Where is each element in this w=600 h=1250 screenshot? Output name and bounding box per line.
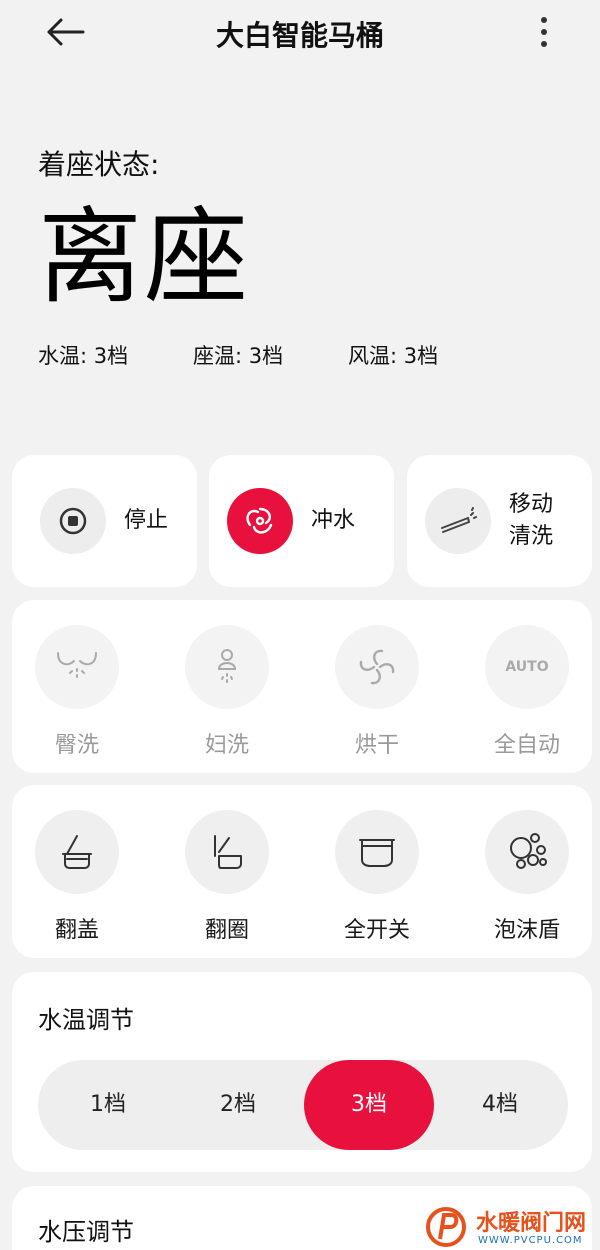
lid-open-label: 翻盖: [54, 918, 99, 943]
lid-open-icon-circle: [35, 810, 119, 894]
watermark: 水暖阀门网 WWW.PVCPU.COM: [420, 1205, 600, 1250]
top-bar: 大白智能马桶: [0, 0, 600, 66]
auto-icon: AUTO: [505, 659, 549, 675]
page-title: 大白智能马桶: [215, 19, 384, 52]
hip-wash-icon-circle: [35, 625, 119, 709]
foam-shield-icon-circle: [485, 810, 569, 894]
watermark-logo-icon: [426, 1207, 466, 1247]
feminine-wash-button[interactable]: 妇洗: [177, 625, 277, 759]
wash-function-card: 臀洗 妇洗 烘干 AUTO 全自动: [12, 600, 592, 773]
foam-shield-icon: [510, 833, 547, 869]
water-temp-adjust-card: 水温调节 1档 2档 3档 4档: [12, 972, 592, 1172]
dry-label: 烘干: [354, 733, 399, 758]
water-temp-level-1[interactable]: 1档: [43, 1060, 173, 1150]
flush-label: 冲水: [311, 508, 356, 533]
dry-button[interactable]: 烘干: [327, 625, 427, 759]
full-switch-icon-circle: [335, 810, 419, 894]
water-temp-level-selector: 1档 2档 3档 4档: [38, 1060, 568, 1150]
seat-temp-status: 座温: 3档: [193, 344, 284, 368]
stop-button[interactable]: 停止: [12, 455, 197, 587]
water-temp-level-2[interactable]: 2档: [173, 1060, 303, 1150]
foam-shield-label: 泡沫盾: [493, 918, 560, 943]
ring-open-icon-circle: [185, 810, 269, 894]
hip-wash-button[interactable]: 臀洗: [27, 625, 127, 759]
dry-icon-circle: [335, 625, 419, 709]
auto-button[interactable]: AUTO 全自动: [477, 625, 577, 759]
wind-temp-status: 风温: 3档: [348, 344, 439, 368]
full-close-icon: [359, 839, 395, 867]
more-vertical-icon: [541, 17, 547, 47]
auto-icon-circle: AUTO: [485, 625, 569, 709]
watermark-url: WWW.PVCPU.COM: [478, 1235, 583, 1246]
move-clean-button[interactable]: 移动 清洗: [407, 455, 592, 587]
ring-open-button[interactable]: 翻圈: [177, 810, 277, 944]
water-temp-status: 水温: 3档: [38, 344, 129, 368]
lid-function-card: 翻盖 翻圈 全开关 泡沫盾: [12, 785, 592, 958]
full-switch-button[interactable]: 全开关: [327, 810, 427, 944]
water-temp-adjust-title: 水温调节: [38, 1006, 134, 1034]
stop-icon-circle: [40, 488, 106, 554]
flush-swirl-icon: [246, 507, 273, 534]
stop-label: 停止: [124, 508, 169, 533]
seat-status-value: 离座: [38, 196, 251, 318]
ring-open-label: 翻圈: [204, 918, 249, 943]
move-clean-icon-circle: [425, 488, 491, 554]
water-pressure-adjust-title: 水压调节: [38, 1218, 134, 1246]
flush-button[interactable]: 冲水: [209, 455, 394, 587]
lid-open-icon: [62, 835, 92, 869]
watermark-text: 水暖阀门网: [476, 1211, 587, 1236]
flush-icon-circle: [227, 488, 293, 554]
nozzle-icon: [441, 507, 477, 533]
stop-icon: [59, 507, 87, 535]
feminine-wash-icon-circle: [185, 625, 269, 709]
hip-wash-label: 臀洗: [54, 733, 99, 758]
more-options-button[interactable]: [528, 14, 560, 50]
auto-label: 全自动: [493, 733, 560, 758]
temperature-summary: 水温: 3档 座温: 3档 风温: 3档: [38, 340, 578, 372]
hip-wash-icon: [57, 652, 97, 678]
foam-shield-button[interactable]: 泡沫盾: [477, 810, 577, 944]
feminine-wash-label: 妇洗: [204, 733, 249, 758]
seat-status-label: 着座状态:: [38, 148, 160, 181]
move-clean-label: 移动 清洗: [509, 492, 554, 549]
water-temp-level-4[interactable]: 4档: [435, 1060, 565, 1150]
lid-open-button[interactable]: 翻盖: [27, 810, 127, 944]
full-switch-label: 全开关: [343, 918, 410, 943]
feminine-wash-icon: [217, 649, 237, 683]
water-temp-level-3[interactable]: 3档: [304, 1060, 434, 1150]
ring-open-icon: [214, 835, 242, 869]
fan-dry-icon: [359, 649, 395, 685]
